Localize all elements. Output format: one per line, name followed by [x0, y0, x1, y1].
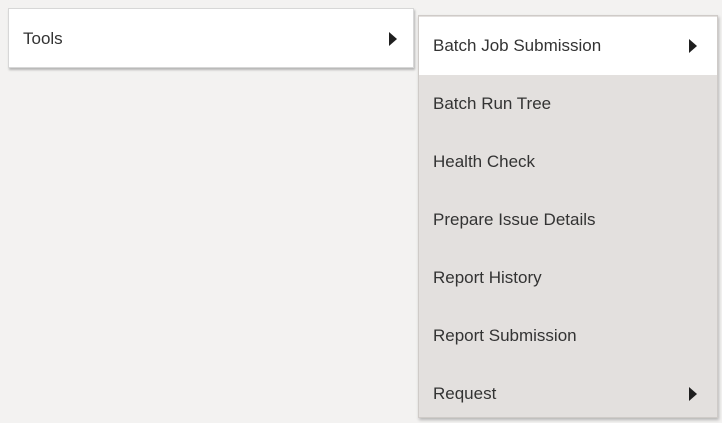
context-menu-parent: Tools — [8, 8, 414, 68]
submenu-item-label: Batch Run Tree — [433, 94, 552, 113]
submenu-item-report-submission[interactable]: Report Submission — [419, 307, 717, 365]
submenu-arrow-icon — [689, 39, 697, 53]
submenu-item-label: Prepare Issue Details — [433, 210, 596, 229]
submenu-item-label: Report Submission — [433, 326, 577, 345]
menu-item-tools-label: Tools — [23, 29, 63, 48]
submenu-item-request[interactable]: Request — [419, 365, 717, 423]
submenu-item-batch-run-tree[interactable]: Batch Run Tree — [419, 75, 717, 133]
submenu-item-label: Report History — [433, 268, 542, 287]
tools-submenu: Batch Job Submission Batch Run Tree Heal… — [418, 15, 718, 418]
menu-item-tools[interactable]: Tools — [9, 9, 415, 69]
submenu-arrow-icon — [689, 387, 697, 401]
submenu-item-label: Request — [433, 384, 497, 403]
submenu-item-health-check[interactable]: Health Check — [419, 133, 717, 191]
submenu-item-batch-job-submission[interactable]: Batch Job Submission — [419, 17, 717, 75]
app-canvas: Tools Batch Job Submission Batch Run Tre… — [0, 0, 722, 421]
submenu-item-label: Batch Job Submission — [433, 36, 602, 55]
submenu-item-label: Health Check — [433, 152, 536, 171]
submenu-arrow-icon — [389, 32, 397, 46]
submenu-item-prepare-issue-details[interactable]: Prepare Issue Details — [419, 191, 717, 249]
submenu-item-report-history[interactable]: Report History — [419, 249, 717, 307]
